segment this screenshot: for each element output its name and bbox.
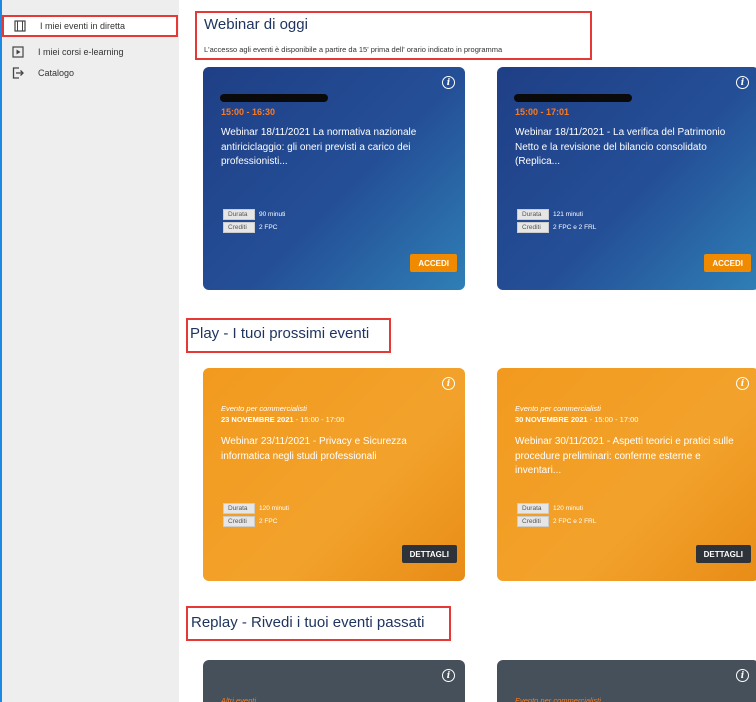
play-box-icon <box>12 46 24 58</box>
crediti-label: Crediti <box>517 222 549 233</box>
live-event-card: i 15:00 - 17:01 Webinar 18/11/2021 - La … <box>497 67 756 290</box>
crediti-value: 2 FPC <box>259 518 278 525</box>
event-meta: Durata 121 minuti Crediti 2 FPC e 2 FRL <box>517 208 596 234</box>
sidebar-item-label: Catalogo <box>38 68 75 78</box>
durata-label: Durata <box>223 209 255 220</box>
past-event-card: i Evento per commercialisti <box>497 660 756 702</box>
event-title[interactable]: Webinar 18/11/2021 La normativa nazional… <box>221 126 453 170</box>
accedi-button[interactable]: ACCEDI <box>704 254 751 272</box>
durata-label: Durata <box>517 503 549 514</box>
sidebar-item-live-events[interactable]: I miei eventi in diretta <box>2 15 178 37</box>
event-type: Evento per commercialisti <box>221 404 307 413</box>
sidebar-item-label: I miei eventi in diretta <box>40 21 126 31</box>
durata-label: Durata <box>517 209 549 220</box>
crediti-label: Crediti <box>517 516 549 527</box>
crediti-value: 2 FPC <box>259 224 278 231</box>
event-meta: Durata 90 minuti Crediti 2 FPC <box>223 208 285 234</box>
event-date: 23 NOVEMBRE 2021 - 15:00 - 17:00 <box>221 415 344 424</box>
dettagli-button[interactable]: DETTAGLI <box>401 545 457 563</box>
redacted-name <box>514 94 632 102</box>
live-section-subtitle: L'accesso agli eventi è disponibile a pa… <box>204 45 503 54</box>
durata-label: Durata <box>223 503 255 514</box>
event-date: 30 NOVEMBRE 2021 - 15:00 - 17:00 <box>515 415 638 424</box>
sidebar-item-label: I miei corsi e-learning <box>38 47 124 57</box>
info-icon[interactable]: i <box>736 669 749 682</box>
event-title[interactable]: Webinar 30/11/2021 - Aspetti teorici e p… <box>515 435 747 479</box>
event-date-day: 30 NOVEMBRE 2021 <box>515 415 588 424</box>
event-title[interactable]: Webinar 23/11/2021 - Privacy e Sicurezza… <box>221 435 453 464</box>
info-icon[interactable]: i <box>442 76 455 89</box>
replay-section-title: Replay - Rivedi i tuoi eventi passati <box>191 614 425 631</box>
accedi-button[interactable]: ACCEDI <box>410 254 457 272</box>
event-date-time: - 15:00 - 17:00 <box>587 415 639 424</box>
main-content: Webinar di oggi L'accesso agli eventi è … <box>179 0 756 702</box>
durata-value: 120 minuti <box>259 505 289 512</box>
event-date-time: - 15:00 - 17:00 <box>293 415 345 424</box>
event-time: 15:00 - 16:30 <box>221 107 276 117</box>
sidebar: I miei eventi in diretta I miei corsi e-… <box>0 0 179 702</box>
crediti-value: 2 FPC e 2 FRL <box>553 518 597 525</box>
redacted-name <box>220 94 328 102</box>
app-window: I miei eventi in diretta I miei corsi e-… <box>0 0 756 702</box>
live-event-card: i 15:00 - 16:30 Webinar 18/11/2021 La no… <box>203 67 465 290</box>
event-type: Evento per commercialisti <box>515 696 601 702</box>
info-icon[interactable]: i <box>736 377 749 390</box>
crediti-label: Crediti <box>223 222 255 233</box>
dettagli-button[interactable]: DETTAGLI <box>695 545 751 563</box>
sidebar-item-catalogo[interactable]: Catalogo <box>12 64 74 82</box>
crediti-value: 2 FPC e 2 FRL <box>553 224 597 231</box>
info-icon[interactable]: i <box>442 669 455 682</box>
past-event-card: i Altri eventi <box>203 660 465 702</box>
sidebar-item-elearning[interactable]: I miei corsi e-learning <box>12 43 124 61</box>
play-section-title: Play - I tuoi prossimi eventi <box>190 325 370 342</box>
event-type: Evento per commercialisti <box>515 404 601 413</box>
crediti-label: Crediti <box>223 516 255 527</box>
durata-value: 120 minuti <box>553 505 583 512</box>
event-meta: Durata 120 minuti Crediti 2 FPC e 2 FRL <box>517 502 596 528</box>
live-section-title: Webinar di oggi <box>204 16 308 33</box>
info-icon[interactable]: i <box>442 377 455 390</box>
event-date-day: 23 NOVEMBRE 2021 <box>221 415 294 424</box>
durata-value: 90 minuti <box>259 211 286 218</box>
film-icon <box>14 20 26 32</box>
info-icon[interactable]: i <box>736 76 749 89</box>
logout-icon <box>12 67 24 79</box>
upcoming-event-card: i Evento per commercialisti 30 NOVEMBRE … <box>497 368 756 581</box>
durata-value: 121 minuti <box>553 211 583 218</box>
event-type: Altri eventi <box>221 696 257 702</box>
event-title[interactable]: Webinar 18/11/2021 - La verifica del Pat… <box>515 126 747 170</box>
event-time: 15:00 - 17:01 <box>515 107 570 117</box>
upcoming-event-card: i Evento per commercialisti 23 NOVEMBRE … <box>203 368 465 581</box>
event-meta: Durata 120 minuti Crediti 2 FPC <box>223 502 289 528</box>
